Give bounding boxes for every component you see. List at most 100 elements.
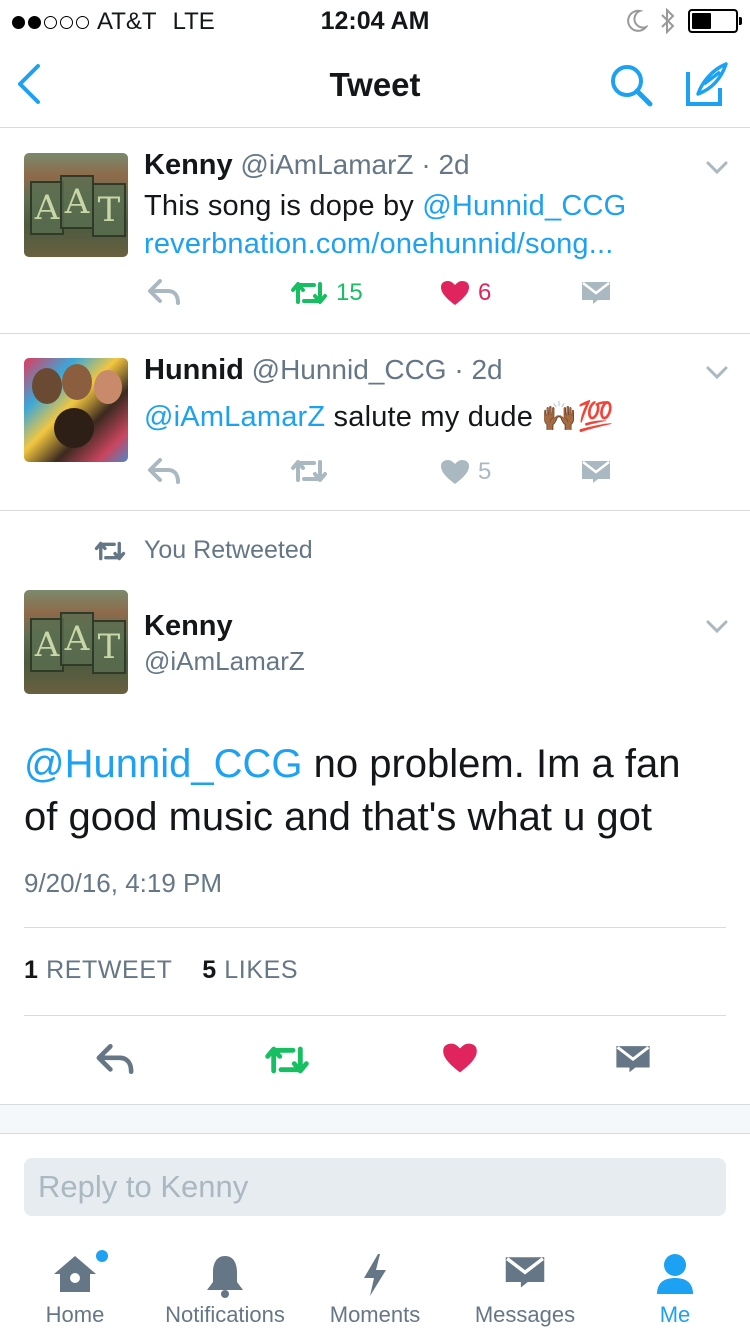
avatar-block: A bbox=[30, 181, 64, 235]
divider bbox=[24, 1015, 726, 1016]
notification-dot bbox=[96, 1250, 108, 1262]
tweet-age: 2d bbox=[438, 149, 470, 180]
avatar[interactable] bbox=[24, 358, 128, 462]
nav-bar: Tweet bbox=[0, 40, 750, 128]
separator: · bbox=[454, 354, 464, 385]
tab-label: Moments bbox=[329, 1302, 421, 1327]
avatar-face bbox=[32, 368, 62, 404]
url-link[interactable]: reverbnation.com/onehunnid/song... bbox=[144, 228, 614, 260]
status-bar: AT&T LTE 12:04 AM bbox=[0, 0, 750, 40]
reply-icon[interactable] bbox=[148, 279, 180, 305]
display-name[interactable]: Kenny bbox=[144, 149, 233, 181]
person-icon bbox=[655, 1252, 695, 1296]
bell-icon bbox=[205, 1252, 245, 1298]
tweet-text-segment: salute my dude bbox=[325, 401, 542, 433]
tweet-text: This song is dope by @Hunnid_CCG reverbn… bbox=[144, 187, 626, 263]
retweet-button[interactable] bbox=[290, 458, 336, 484]
avatar-block: T bbox=[92, 620, 126, 674]
retweet-button[interactable]: 15 bbox=[290, 279, 363, 307]
tweet-header: Hunnid @Hunnid_CCG · 2d bbox=[144, 354, 503, 387]
tab-me[interactable]: Me bbox=[600, 1238, 750, 1334]
retweet-count: 15 bbox=[336, 279, 363, 306]
emoji: 🙌🏾💯 bbox=[541, 401, 614, 433]
search-icon[interactable] bbox=[608, 62, 654, 108]
handle[interactable]: @iAmLamarZ bbox=[144, 646, 305, 677]
avatar-face bbox=[54, 408, 94, 448]
envelope-icon[interactable] bbox=[580, 279, 612, 305]
mention-link[interactable]: @Hunnid_CCG bbox=[422, 190, 626, 222]
handle: @iAmLamarZ bbox=[240, 149, 414, 180]
display-name[interactable]: Hunnid bbox=[144, 354, 244, 386]
bluetooth-icon bbox=[660, 8, 676, 34]
chevron-down-icon[interactable] bbox=[706, 366, 728, 380]
divider bbox=[24, 927, 726, 928]
retweeted-text: You Retweeted bbox=[144, 536, 313, 564]
like-count: 6 bbox=[478, 279, 492, 306]
tab-messages[interactable]: Messages bbox=[450, 1238, 600, 1334]
avatar-block: A bbox=[30, 618, 64, 672]
envelope-icon[interactable] bbox=[580, 458, 612, 484]
compose-icon[interactable] bbox=[684, 60, 730, 108]
chevron-down-icon[interactable] bbox=[706, 620, 728, 634]
tweet-stats: 1 RETWEET 5 LIKES bbox=[24, 956, 298, 985]
tab-label: Me bbox=[659, 1302, 691, 1327]
mention-link[interactable]: @iAmLamarZ bbox=[144, 401, 325, 433]
home-icon bbox=[50, 1252, 100, 1296]
tab-home[interactable]: Home bbox=[0, 1238, 150, 1334]
envelope-icon bbox=[503, 1252, 547, 1290]
tweet-timestamp: 9/20/16, 4:19 PM bbox=[24, 868, 223, 898]
tweet-row[interactable]: Hunnid @Hunnid_CCG · 2d @iAmLamarZ salut… bbox=[0, 334, 750, 511]
avatar-face bbox=[94, 370, 122, 404]
like-stat[interactable]: 5 LIKES bbox=[202, 956, 298, 984]
mention-link[interactable]: @Hunnid_CCG bbox=[24, 742, 303, 786]
tab-moments[interactable]: Moments bbox=[300, 1238, 450, 1334]
status-right bbox=[626, 8, 742, 34]
battery-fill bbox=[692, 13, 711, 29]
like-button[interactable]: 5 bbox=[440, 458, 491, 486]
lightning-icon bbox=[360, 1252, 390, 1298]
avatar[interactable]: A A T bbox=[24, 590, 128, 694]
like-button[interactable]: 6 bbox=[440, 279, 491, 307]
reply-icon[interactable] bbox=[148, 458, 180, 484]
reply-bar bbox=[0, 1134, 750, 1238]
tweet-actions: 5 bbox=[144, 458, 750, 498]
tweet-actions: 15 6 bbox=[144, 279, 750, 319]
tweet-header: Kenny @iAmLamarZ · 2d bbox=[144, 149, 470, 182]
tweet-age: 2d bbox=[471, 354, 503, 385]
tweet-actions bbox=[0, 1040, 750, 1080]
avatar-face bbox=[62, 364, 92, 400]
avatar[interactable]: A A T bbox=[24, 153, 128, 257]
tab-bar: Home Notifications Moments Messages Me bbox=[0, 1238, 750, 1334]
reply-icon[interactable] bbox=[96, 1044, 134, 1074]
tab-notifications[interactable]: Notifications bbox=[150, 1238, 300, 1334]
retweet-icon bbox=[290, 458, 328, 484]
envelope-icon[interactable] bbox=[614, 1042, 652, 1074]
reply-input[interactable] bbox=[24, 1158, 726, 1216]
tab-label: Notifications bbox=[165, 1302, 285, 1327]
like-count: 5 bbox=[478, 458, 492, 485]
retweet-stat-label: RETWEET bbox=[46, 956, 173, 984]
tab-label: Messages bbox=[474, 1302, 576, 1327]
tweet-row[interactable]: A A T Kenny @iAmLamarZ · 2d This song is… bbox=[0, 129, 750, 334]
retweet-stat[interactable]: 1 RETWEET bbox=[24, 956, 172, 984]
tweet-text-segment: This song is dope by bbox=[144, 190, 423, 222]
avatar-block: T bbox=[92, 183, 126, 237]
retweeted-context: You Retweeted bbox=[0, 528, 750, 572]
tab-label: Home bbox=[45, 1302, 105, 1327]
display-name[interactable]: Kenny bbox=[144, 610, 233, 643]
like-stat-label: LIKES bbox=[224, 956, 299, 984]
retweet-icon[interactable] bbox=[264, 1044, 310, 1076]
tweet-text: @Hunnid_CCG no problem. Im a fan of good… bbox=[24, 738, 724, 844]
separator: · bbox=[421, 149, 431, 180]
like-count: 5 bbox=[202, 956, 217, 984]
heart-icon bbox=[440, 459, 470, 485]
chevron-down-icon[interactable] bbox=[706, 161, 728, 175]
moon-icon bbox=[626, 9, 648, 33]
heart-icon[interactable] bbox=[442, 1042, 478, 1074]
retweet-icon bbox=[290, 280, 328, 306]
retweet-icon bbox=[94, 540, 126, 562]
handle: @Hunnid_CCG bbox=[251, 354, 447, 385]
tweet-text: @iAmLamarZ salute my dude 🙌🏾💯 bbox=[144, 398, 614, 436]
avatar-block: A bbox=[60, 612, 94, 666]
avatar-block: A bbox=[60, 175, 94, 229]
